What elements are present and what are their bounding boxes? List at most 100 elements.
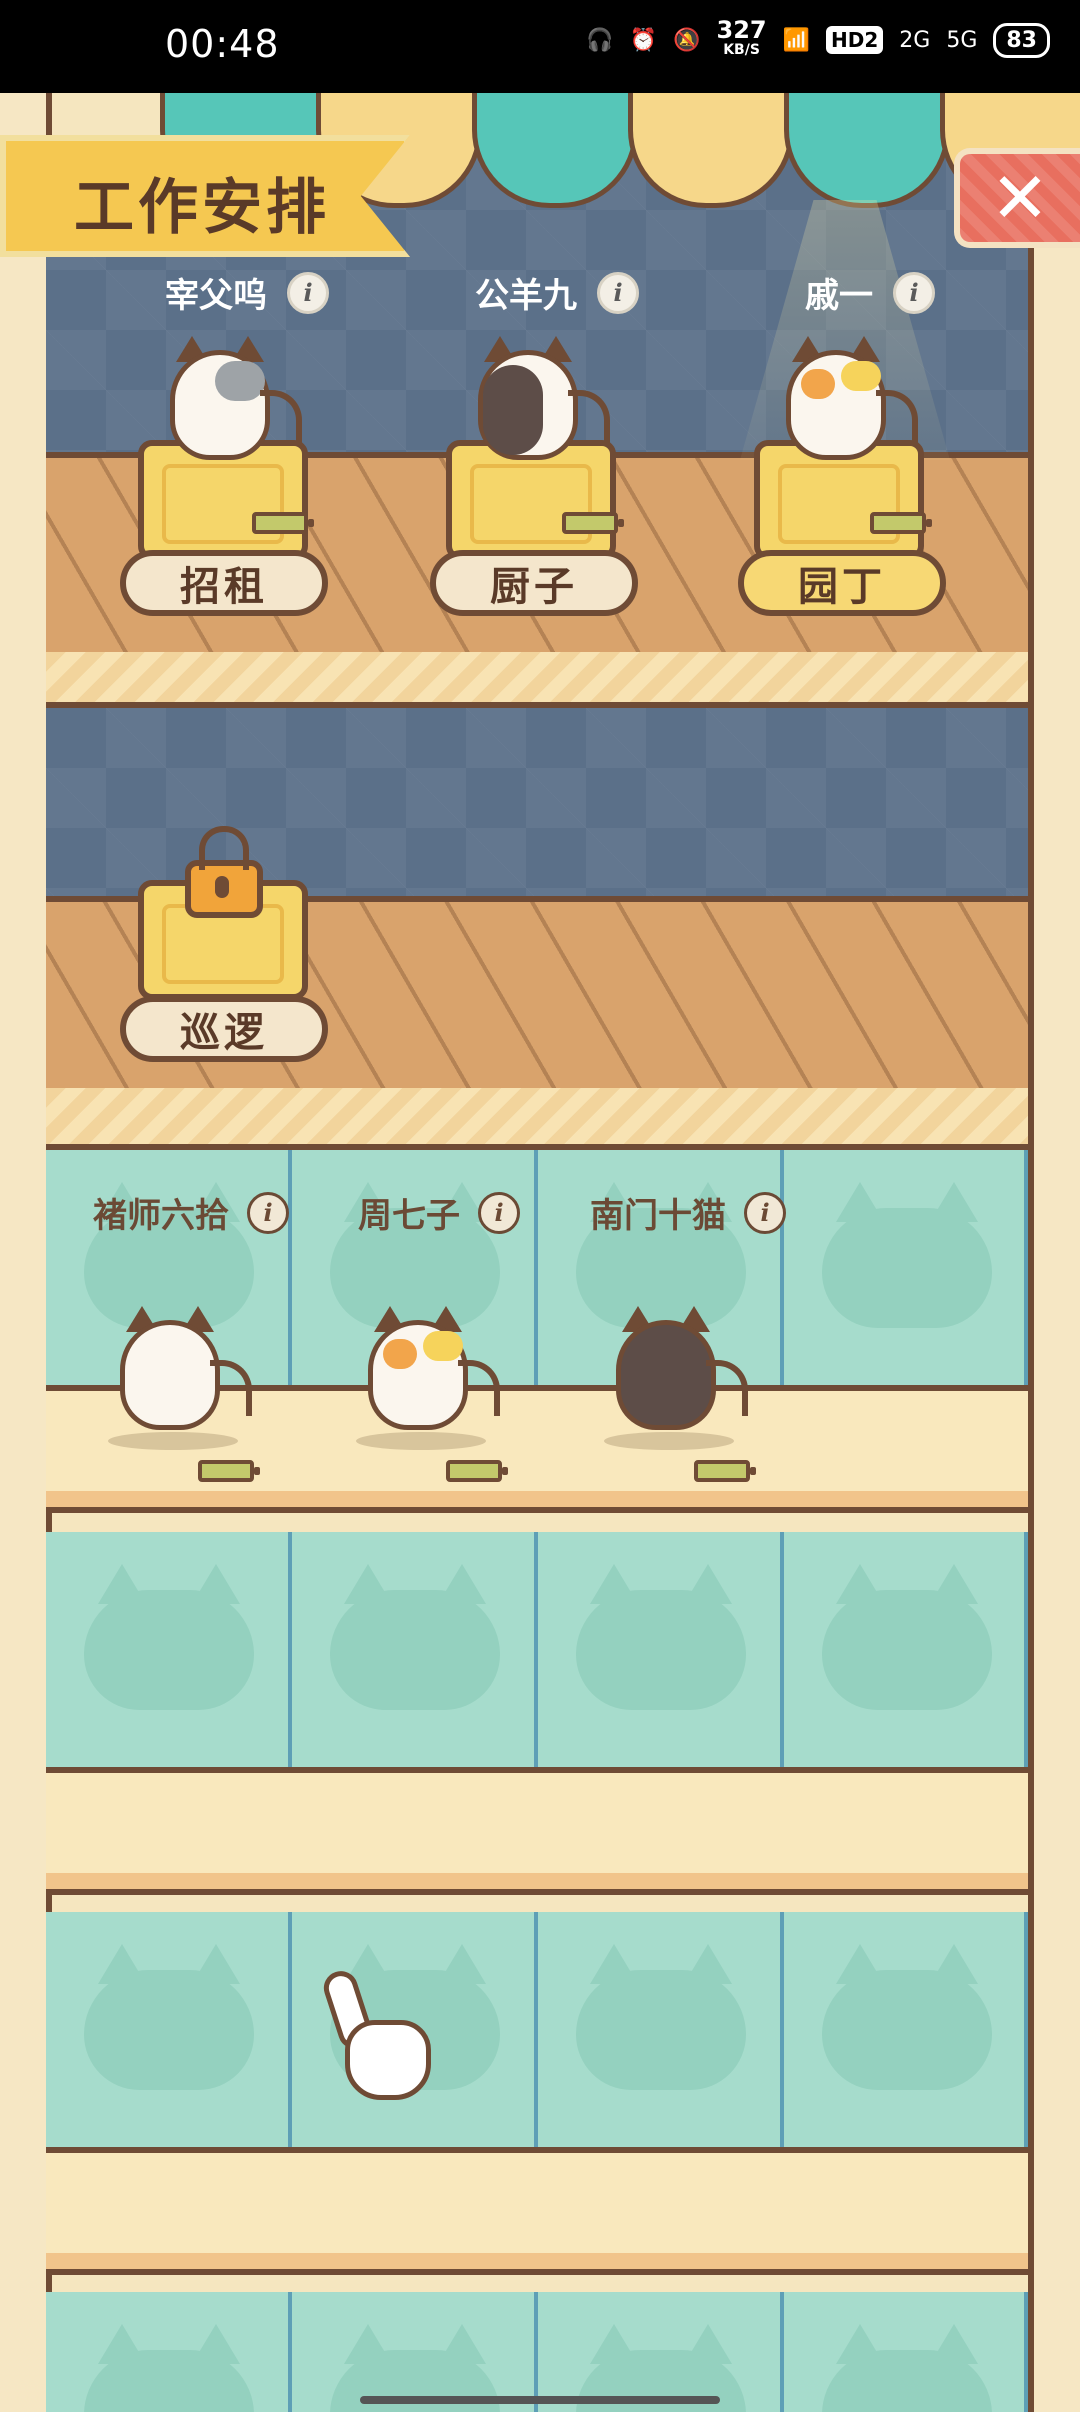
worker-name-2: 公羊九 i (475, 268, 639, 317)
close-icon: ✕ (990, 157, 1050, 239)
wifi-icon: 📶 (782, 27, 811, 53)
cat-worker-2[interactable] (468, 330, 610, 460)
frame-left (0, 93, 52, 2412)
worker-name-label: 周七子 (358, 1196, 460, 1236)
cat-silhouette-icon (84, 2324, 254, 2412)
cat-body (478, 350, 578, 460)
cat-patch (423, 1331, 463, 1361)
cat-silhouette-icon (822, 1564, 992, 1710)
cat-body (616, 1320, 716, 1430)
info-icon[interactable]: i (247, 1191, 289, 1234)
room-2-trim (46, 1088, 1028, 1150)
energy-icon (562, 512, 624, 534)
cat-silhouette-icon (84, 1944, 254, 2090)
bench-slot[interactable] (46, 1532, 292, 1767)
battery-indicator: 83 (993, 22, 1050, 58)
frame-right (1028, 93, 1080, 2412)
signal-5g-icon: 5G (946, 27, 978, 53)
cat-shadow (108, 1432, 238, 1450)
bench-slot[interactable] (784, 2292, 1028, 2412)
bench-slot[interactable] (538, 1912, 784, 2147)
worker-name-3: 戚一 i (805, 268, 935, 317)
headphones-icon: 🎧 (586, 27, 614, 53)
info-icon[interactable]: i (744, 1191, 786, 1234)
worker-name-label: 公羊九 (475, 276, 577, 316)
cat-silhouette-icon (822, 2324, 992, 2412)
bench-shelf-3 (46, 2147, 1028, 2269)
hand-palm (345, 2020, 431, 2100)
cat-worker-3[interactable] (776, 330, 918, 460)
network-speed: 327 KB/S (716, 16, 767, 58)
lock-keyhole (215, 876, 229, 898)
awning-stripe (784, 93, 950, 208)
bench-slot[interactable] (784, 1912, 1028, 2147)
bench-worker-name-3: 南门十猫 i (590, 1188, 786, 1237)
cat-silhouette-icon (822, 1944, 992, 2090)
mute-icon: 🔕 (673, 27, 701, 53)
job-button-2[interactable]: 厨子 (430, 550, 638, 616)
job-button-3[interactable]: 园丁 (738, 550, 946, 616)
worker-name-1: 宰父呜 i (165, 268, 329, 317)
bench-cat-1[interactable] (110, 1300, 252, 1430)
cat-patch (801, 369, 835, 399)
title-banner: 工作安排 (0, 135, 450, 257)
cat-patch (841, 361, 881, 391)
bench-row-2 (46, 1532, 1028, 1767)
cat-patch (215, 361, 265, 401)
bench-worker-name-1: 褚师六拾 i (93, 1188, 289, 1237)
energy-icon (870, 512, 932, 534)
info-icon[interactable]: i (893, 271, 935, 314)
bench-worker-name-2: 周七子 i (358, 1188, 520, 1237)
home-indicator[interactable] (360, 2396, 720, 2404)
awning-stripe (472, 93, 638, 208)
bench-slot[interactable] (46, 1912, 292, 2147)
bench-slot[interactable] (784, 1150, 1028, 1385)
page-title: 工作安排 (74, 173, 330, 243)
job-button-locked[interactable]: 巡逻 (120, 996, 328, 1062)
clock: 00:48 (165, 22, 280, 66)
cat-silhouette-icon (576, 1564, 746, 1710)
bench-slot[interactable] (538, 1532, 784, 1767)
cat-shadow (604, 1432, 734, 1450)
energy-icon (694, 1460, 756, 1482)
bench-row-4 (46, 2292, 1028, 2412)
job-button-1[interactable]: 招租 (120, 550, 328, 616)
info-icon[interactable]: i (597, 271, 639, 314)
bench-cat-2[interactable] (358, 1300, 500, 1430)
lock-icon (185, 826, 263, 918)
cat-silhouette-icon (576, 1944, 746, 2090)
worker-name-label: 戚一 (805, 276, 873, 316)
info-icon[interactable]: i (287, 271, 329, 314)
signal-2g-icon: 2G (899, 27, 931, 53)
bench-slot[interactable] (292, 2292, 538, 2412)
bench-slot[interactable] (784, 1532, 1028, 1767)
cat-silhouette-icon (330, 1564, 500, 1710)
cat-patch (383, 1339, 417, 1369)
cat-silhouette-icon (84, 1564, 254, 1710)
cat-shadow (356, 1432, 486, 1450)
worker-name-label: 褚师六拾 (93, 1196, 229, 1236)
cat-silhouette-icon (822, 1182, 992, 1328)
bench-slot[interactable] (538, 2292, 784, 2412)
cat-body (368, 1320, 468, 1430)
cat-body (120, 1320, 220, 1430)
cat-patch (483, 365, 543, 455)
room-1-trim (46, 652, 1028, 708)
energy-icon (446, 1460, 508, 1482)
cat-worker-1[interactable] (160, 330, 302, 460)
energy-icon (252, 512, 314, 534)
worker-name-label: 宰父呜 (165, 276, 267, 316)
bench-slot[interactable] (46, 2292, 292, 2412)
worker-name-label: 南门十猫 (590, 1196, 726, 1236)
bench-cat-3[interactable] (606, 1300, 748, 1430)
bench-slot[interactable] (292, 1532, 538, 1767)
close-button[interactable]: ✕ (954, 148, 1080, 248)
bench-shelf-2 (46, 1767, 1028, 1889)
hd-icon: HD2 (826, 26, 884, 54)
energy-icon (198, 1460, 260, 1482)
status-bar: 00:48 🎧 ⏰ 🔕 327 KB/S 📶 HD2 2G 5G 83 (0, 0, 1080, 93)
info-icon[interactable]: i (478, 1191, 520, 1234)
status-icons: 🎧 ⏰ 🔕 327 KB/S 📶 HD2 2G 5G 83 (586, 16, 1050, 60)
cat-body (786, 350, 886, 460)
tutorial-pointer-hand-icon (319, 1966, 435, 2110)
